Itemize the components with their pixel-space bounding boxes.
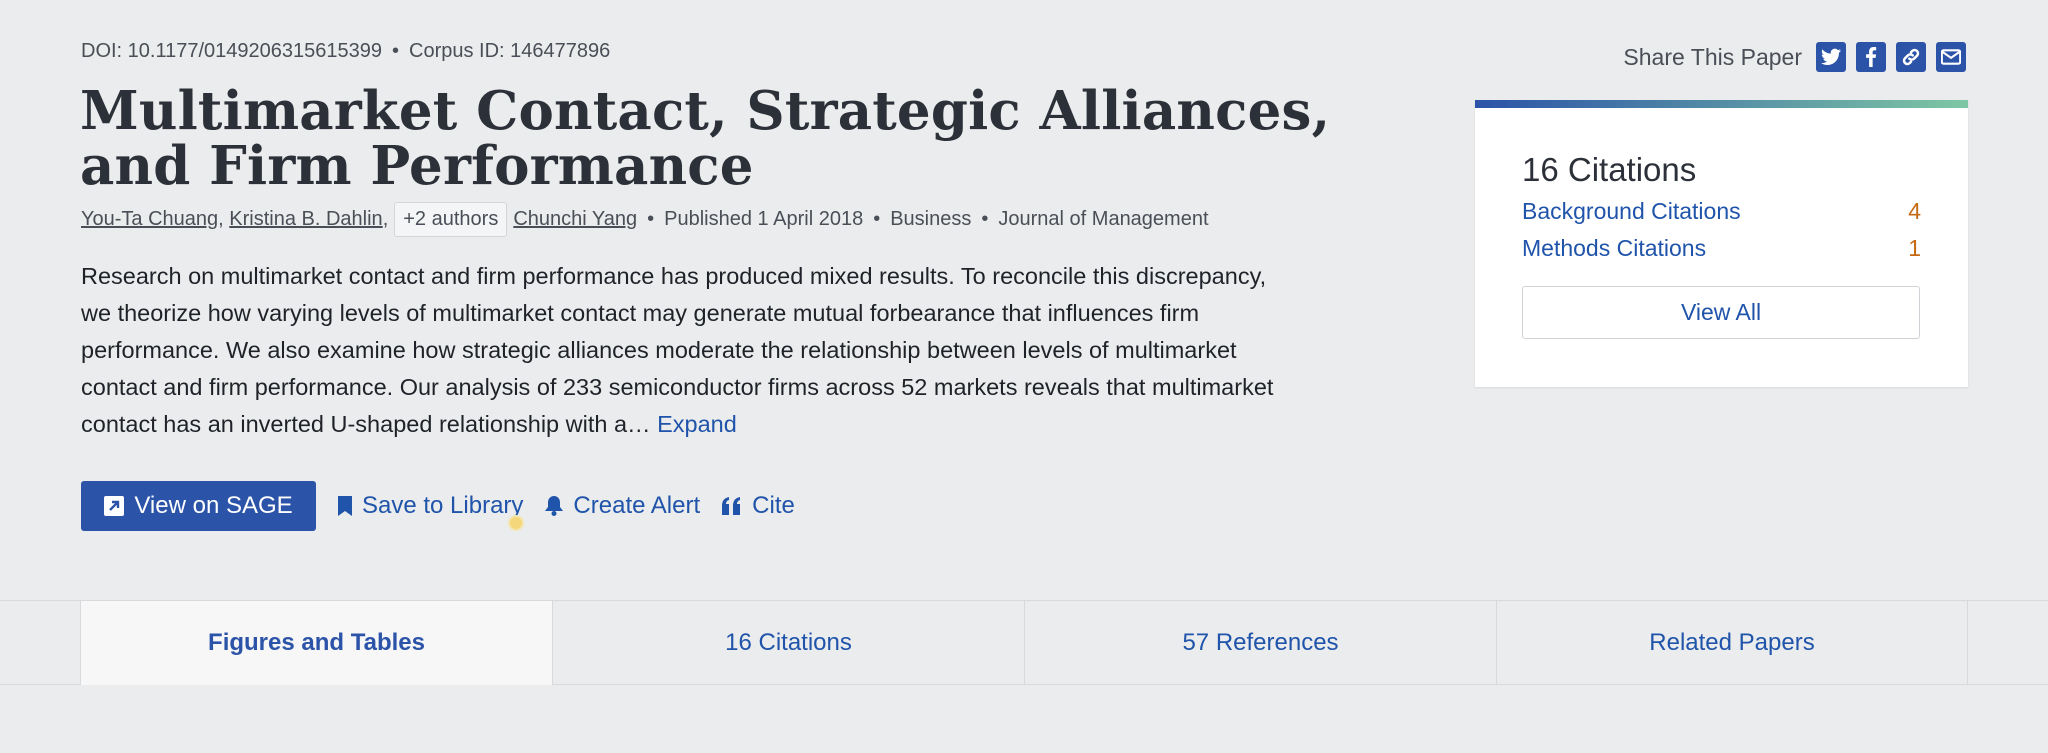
tab-citations[interactable]: 16 Citations	[552, 601, 1024, 685]
corpus-id-text: Corpus ID: 146477896	[409, 40, 611, 62]
twitter-icon[interactable]	[1816, 42, 1846, 72]
expand-link[interactable]: Expand	[657, 411, 737, 437]
background-citations-row[interactable]: Background Citations 4	[1522, 198, 1921, 225]
tab-figures-and-tables[interactable]: Figures and Tables	[80, 601, 552, 685]
paper-title: Multimarket Contact, Strategic Alliances…	[80, 80, 1331, 197]
methods-citations-label[interactable]: Methods Citations	[1522, 235, 1706, 262]
paper-actions: View on SAGE Save to Library Create Aler…	[81, 481, 795, 531]
bell-icon	[545, 496, 564, 516]
create-alert-label: Create Alert	[573, 492, 701, 519]
save-to-library-label: Save to Library	[362, 492, 524, 519]
meta-separator: •	[981, 208, 989, 230]
citations-card: 16 Citations Background Citations 4 Meth…	[1475, 100, 1968, 387]
cite-button[interactable]: Cite	[722, 492, 795, 520]
field-of-study: Business	[890, 208, 972, 230]
meta-separator: •	[392, 40, 400, 62]
more-authors-button[interactable]: +2 authors	[394, 202, 508, 237]
abstract: Research on multimarket contact and firm…	[81, 258, 1296, 443]
background-citations-count: 4	[1908, 198, 1921, 224]
author-link[interactable]: Kristina B. Dahlin	[229, 208, 382, 231]
view-on-sage-label: View on SAGE	[134, 492, 293, 519]
share-bar: Share This Paper	[1623, 42, 1966, 72]
paper-identifiers: DOI: 10.1177/0149206315615399 • Corpus I…	[81, 40, 610, 63]
methods-citations-row[interactable]: Methods Citations 1	[1522, 235, 1921, 262]
methods-citations-count: 1	[1908, 235, 1921, 261]
publication-date: Published 1 April 2018	[664, 208, 864, 230]
background-citations-label[interactable]: Background Citations	[1522, 198, 1741, 225]
paper-tabs: Figures and Tables 16 Citations 57 Refer…	[0, 600, 2048, 685]
citations-card-title: 16 Citations	[1522, 151, 1697, 188]
facebook-icon[interactable]	[1856, 42, 1886, 72]
meta-separator: •	[647, 208, 655, 230]
external-link-icon	[104, 496, 125, 516]
author-link[interactable]: Chunchi Yang	[513, 208, 637, 231]
author-comma: ,	[382, 208, 389, 230]
doi-text: DOI: 10.1177/0149206315615399	[81, 40, 383, 62]
tab-related-papers[interactable]: Related Papers	[1496, 601, 1968, 685]
cite-label: Cite	[752, 492, 795, 519]
save-to-library-button[interactable]: Save to Library	[338, 492, 523, 520]
cursor-indicator	[508, 515, 524, 531]
tab-references[interactable]: 57 References	[1024, 601, 1496, 685]
share-label: Share This Paper	[1623, 43, 1802, 70]
quote-icon	[722, 497, 742, 515]
bookmark-icon	[338, 496, 352, 516]
create-alert-button[interactable]: Create Alert	[545, 492, 700, 520]
email-icon[interactable]	[1936, 42, 1966, 72]
view-all-button[interactable]: View All	[1522, 286, 1920, 339]
link-icon[interactable]	[1896, 42, 1926, 72]
journal-name: Journal of Management	[998, 208, 1209, 230]
view-on-sage-button[interactable]: View on SAGE	[81, 481, 316, 531]
authors-line: You-Ta Chuang , Kristina B. Dahlin , +2 …	[81, 202, 1209, 237]
author-comma: ,	[218, 208, 230, 230]
meta-separator: •	[873, 208, 881, 230]
author-link[interactable]: You-Ta Chuang	[81, 208, 218, 231]
